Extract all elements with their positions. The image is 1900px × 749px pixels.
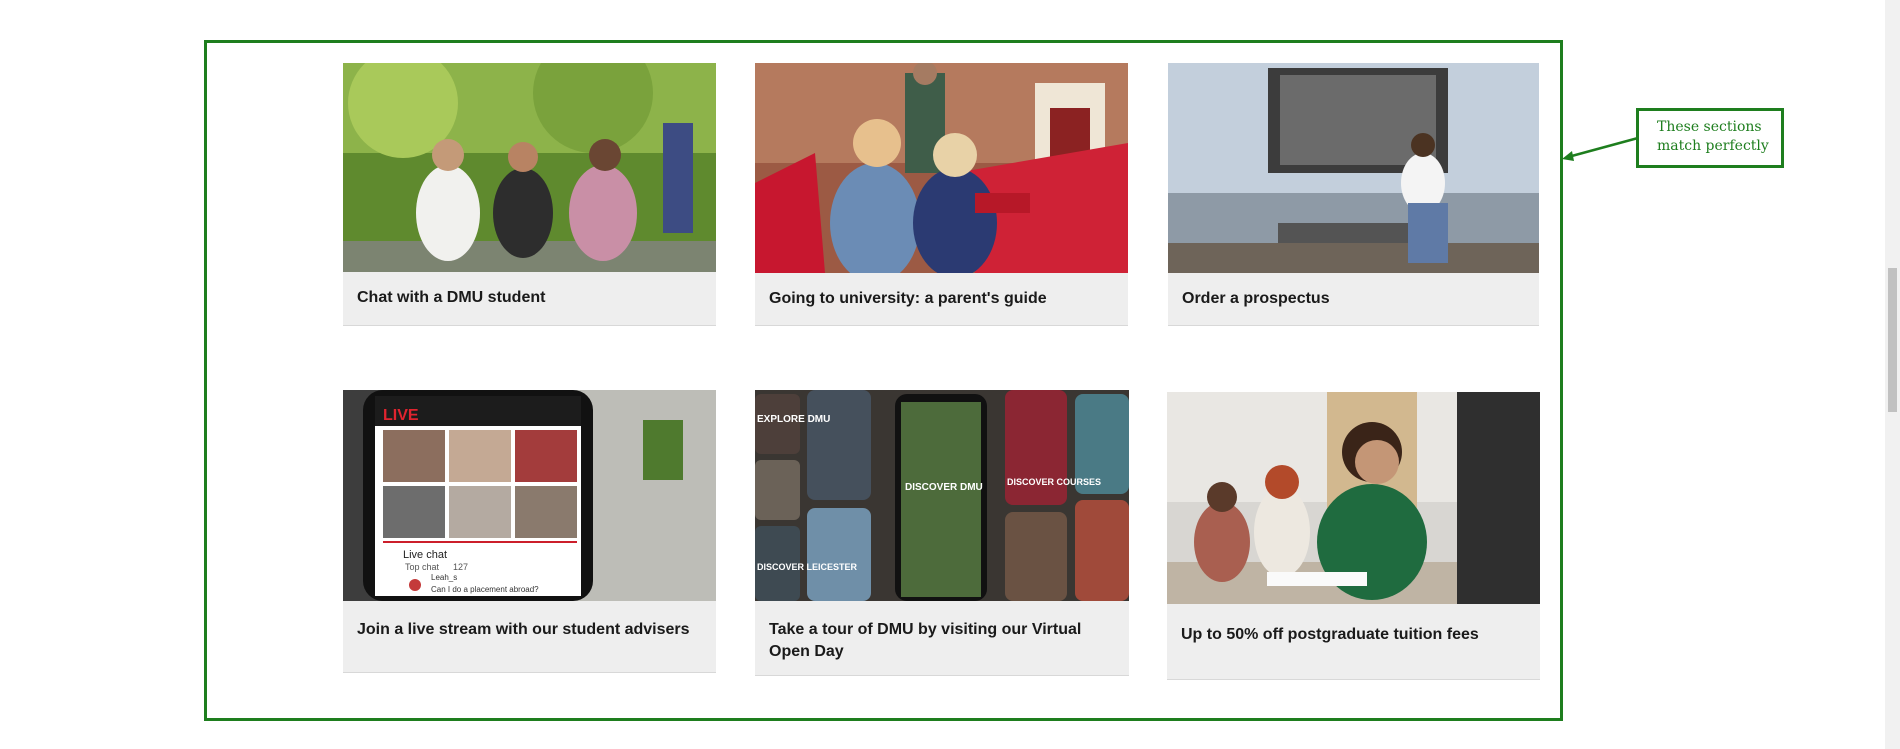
scrollbar-thumb[interactable]	[1888, 268, 1897, 412]
chat-author: Leah_s	[431, 573, 457, 582]
card-order-prospectus[interactable]: Order a prospectus	[1168, 63, 1539, 326]
card-title: Going to university: a parent's guide	[769, 290, 1047, 307]
card-parents-guide[interactable]: Going to university: a parent's guide	[755, 63, 1128, 326]
card-title: Chat with a DMU student	[357, 289, 546, 306]
students-sitting-outdoors-photo	[343, 63, 716, 272]
parent-and-student-deckchairs-photo	[755, 63, 1128, 273]
phone-live-stream-photo: LIVE Live chat Top chat 127 Leah_s Can I…	[343, 390, 716, 601]
discover-dmu-text: DISCOVER DMU	[905, 482, 983, 493]
page: These sections match perfectly Chat with…	[0, 0, 1900, 749]
postgraduate-lecture-photo	[1167, 392, 1540, 604]
card-title: Order a prospectus	[1182, 290, 1330, 307]
annotation-callout: These sections match perfectly	[1636, 108, 1784, 168]
virtual-open-day-phones-photo: EXPLORE DMU DISCOVER DMU DISCOVER COURSE…	[755, 390, 1129, 601]
card-live-stream[interactable]: LIVE Live chat Top chat 127 Leah_s Can I…	[343, 390, 716, 673]
explore-dmu-text: EXPLORE DMU	[757, 414, 830, 425]
card-virtual-open-day[interactable]: EXPLORE DMU DISCOVER DMU DISCOVER COURSE…	[755, 390, 1129, 676]
chat-message: Can I do a placement abroad?	[431, 585, 539, 594]
discover-leicester-text: DISCOVER LEICESTER	[757, 562, 858, 572]
live-label: LIVE	[383, 407, 419, 424]
card-title: Join a live stream with our student advi…	[357, 621, 690, 638]
card-title: Take a tour of DMU by visiting our Virtu…	[769, 621, 1082, 660]
scrollbar[interactable]	[1885, 0, 1900, 749]
card-chat-with-student[interactable]: Chat with a DMU student	[343, 63, 716, 326]
live-chat-label: Live chat	[403, 549, 447, 561]
callout-text: These sections match perfectly	[1657, 119, 1769, 154]
viewer-count: 127	[453, 562, 468, 572]
card-postgraduate-fees[interactable]: Up to 50% off postgraduate tuition fees	[1167, 392, 1540, 680]
student-campus-screen-photo	[1168, 63, 1539, 273]
callout-arrow	[1562, 136, 1639, 161]
top-chat-label: Top chat	[405, 562, 440, 572]
discover-courses-text: DISCOVER COURSES	[1007, 477, 1101, 487]
card-title: Up to 50% off postgraduate tuition fees	[1181, 626, 1479, 643]
